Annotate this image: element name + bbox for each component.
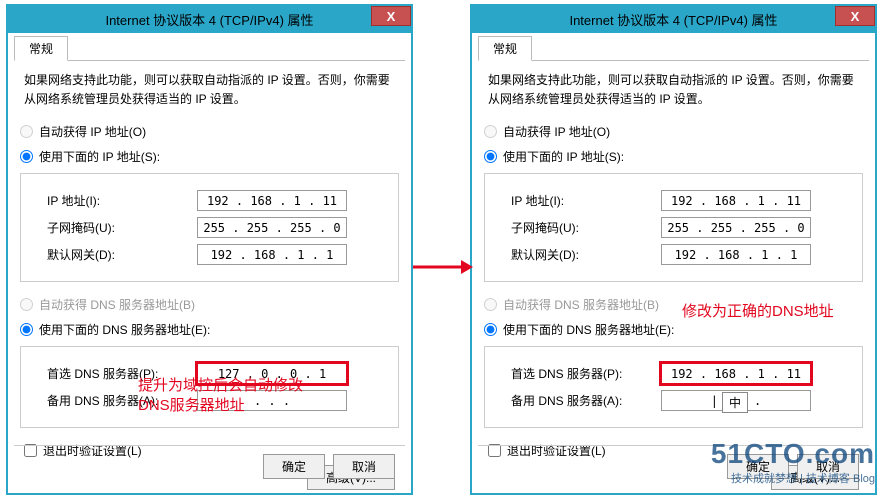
radio-auto-dns [20,298,33,311]
tab-general[interactable]: 常规 [14,36,68,61]
ime-indicator: 中 [722,392,748,413]
radio-auto-ip-row[interactable]: 自动获得 IP 地址(O) [484,123,863,140]
close-icon: X [387,9,396,24]
radio-auto-ip[interactable] [484,125,497,138]
subnet-mask-input[interactable]: 255 . 255 . 255 . 0 [197,217,347,238]
close-button[interactable]: X [371,6,411,26]
radio-auto-dns-row[interactable]: 自动获得 DNS 服务器地址(B) [20,296,399,313]
radio-auto-ip-label: 自动获得 IP 地址(O) [503,123,610,140]
lbl-dns1: 首选 DNS 服务器(P): [511,365,661,382]
ok-button[interactable]: 确定 [263,454,325,479]
radio-auto-ip-label: 自动获得 IP 地址(O) [39,123,146,140]
ok-button[interactable]: 确定 [727,454,789,479]
window-title: Internet 协议版本 4 (TCP/IPv4) 属性 [8,10,411,29]
ip-address-input[interactable]: 192 . 168 . 1 . 11 [197,190,347,211]
dns-group: 首选 DNS 服务器(P): 192 . 168 . 1 . 11 备用 DNS… [484,346,863,428]
radio-use-ip-row[interactable]: 使用下面的 IP 地址(S): [484,148,863,165]
tab-bar: 常规 [478,37,869,61]
ip-group: IP 地址(I): 192 . 168 . 1 . 11 子网掩码(U): 25… [20,173,399,282]
titlebar: Internet 协议版本 4 (TCP/IPv4) 属性 X [8,6,411,33]
lbl-mask: 子网掩码(U): [511,219,661,236]
radio-auto-ip-row[interactable]: 自动获得 IP 地址(O) [20,123,399,140]
radio-use-ip-row[interactable]: 使用下面的 IP 地址(S): [20,148,399,165]
dialog-footer: 确定 取消 [478,445,869,487]
description-text: 如果网络支持此功能，则可以获取自动指派的 IP 设置。否则，你需要从网络系统管理… [24,71,395,109]
dialog-footer: 确定 取消 [14,445,405,487]
radio-use-ip-label: 使用下面的 IP 地址(S): [39,148,160,165]
radio-auto-dns-label: 自动获得 DNS 服务器地址(B) [39,296,195,313]
radio-auto-dns-label: 自动获得 DNS 服务器地址(B) [503,296,659,313]
lbl-dns2: 备用 DNS 服务器(A): [511,392,661,409]
radio-use-ip-label: 使用下面的 IP 地址(S): [503,148,624,165]
lbl-ip: IP 地址(I): [511,192,661,209]
tab-bar: 常规 [14,37,405,61]
annotation-left: 提升为域控后会自动修改 DNS服务器地址 [138,376,303,415]
tcpip-properties-dialog-right: Internet 协议版本 4 (TCP/IPv4) 属性 X 常规 如果网络支… [470,4,877,495]
close-button[interactable]: X [835,6,875,26]
lbl-gateway: 默认网关(D): [47,246,197,263]
gateway-input[interactable]: 192 . 168 . 1 . 1 [197,244,347,265]
annotation-right: 修改为正确的DNS地址 [682,302,834,322]
radio-use-dns[interactable] [484,323,497,336]
lbl-ip: IP 地址(I): [47,192,197,209]
cancel-button[interactable]: 取消 [333,454,395,479]
tab-general[interactable]: 常规 [478,36,532,61]
lbl-gateway: 默认网关(D): [511,246,661,263]
subnet-mask-input[interactable]: 255 . 255 . 255 . 0 [661,217,811,238]
preferred-dns-input[interactable]: 192 . 168 . 1 . 11 [661,363,811,384]
radio-auto-ip[interactable] [20,125,33,138]
radio-use-dns-label: 使用下面的 DNS 服务器地址(E): [39,321,210,338]
arrow-icon [413,252,473,282]
radio-use-dns-label: 使用下面的 DNS 服务器地址(E): [503,321,674,338]
radio-use-ip[interactable] [484,150,497,163]
tcpip-properties-dialog-left: Internet 协议版本 4 (TCP/IPv4) 属性 X 常规 如果网络支… [6,4,413,495]
gateway-input[interactable]: 192 . 168 . 1 . 1 [661,244,811,265]
lbl-mask: 子网掩码(U): [47,219,197,236]
cancel-button[interactable]: 取消 [797,454,859,479]
description-text: 如果网络支持此功能，则可以获取自动指派的 IP 设置。否则，你需要从网络系统管理… [488,71,859,109]
radio-use-ip[interactable] [20,150,33,163]
radio-use-dns-row[interactable]: 使用下面的 DNS 服务器地址(E): [484,321,863,338]
dialog-body: 如果网络支持此功能，则可以获取自动指派的 IP 设置。否则，你需要从网络系统管理… [20,71,399,490]
titlebar: Internet 协议版本 4 (TCP/IPv4) 属性 X [472,6,875,33]
radio-auto-dns [484,298,497,311]
dialog-body: 如果网络支持此功能，则可以获取自动指派的 IP 设置。否则，你需要从网络系统管理… [484,71,863,490]
ip-group: IP 地址(I): 192 . 168 . 1 . 11 子网掩码(U): 25… [484,173,863,282]
window-title: Internet 协议版本 4 (TCP/IPv4) 属性 [472,10,875,29]
close-icon: X [851,9,860,24]
radio-use-dns-row[interactable]: 使用下面的 DNS 服务器地址(E): [20,321,399,338]
ip-address-input[interactable]: 192 . 168 . 1 . 11 [661,190,811,211]
radio-use-dns[interactable] [20,323,33,336]
